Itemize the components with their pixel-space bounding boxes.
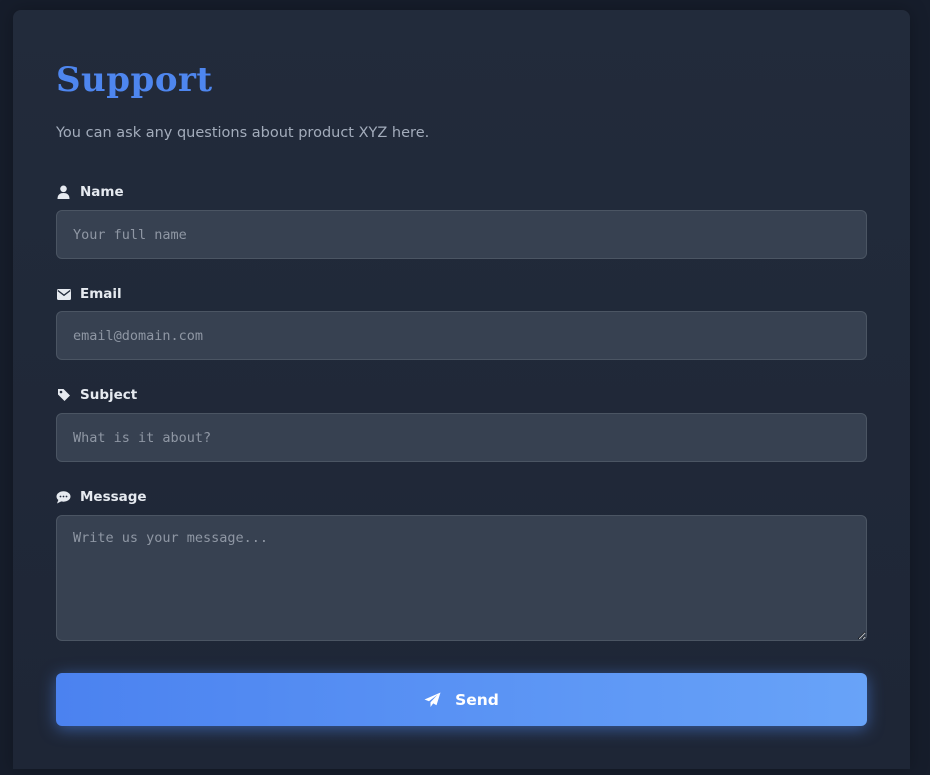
paper-plane-icon — [424, 692, 441, 708]
name-label-text: Name — [80, 184, 124, 200]
send-button[interactable]: Send — [56, 673, 867, 726]
email-input[interactable] — [56, 311, 867, 360]
email-label-text: Email — [80, 286, 122, 302]
subject-label-text: Subject — [80, 387, 138, 403]
name-label: Name — [56, 184, 124, 200]
subject-input[interactable] — [56, 413, 867, 462]
subject-label: Subject — [56, 387, 137, 403]
message-label-text: Message — [80, 489, 147, 505]
send-button-label: Send — [455, 690, 499, 709]
support-card: Support You can ask any questions about … — [13, 10, 910, 769]
tag-icon — [56, 388, 71, 403]
name-input[interactable] — [56, 210, 867, 259]
comment-icon — [56, 490, 71, 505]
user-icon — [56, 185, 71, 200]
page-subtitle: You can ask any questions about product … — [56, 125, 430, 141]
message-textarea[interactable] — [56, 515, 867, 641]
envelope-icon — [56, 287, 71, 302]
message-label: Message — [56, 489, 147, 505]
email-label: Email — [56, 286, 122, 302]
page-title: Support — [56, 60, 213, 100]
